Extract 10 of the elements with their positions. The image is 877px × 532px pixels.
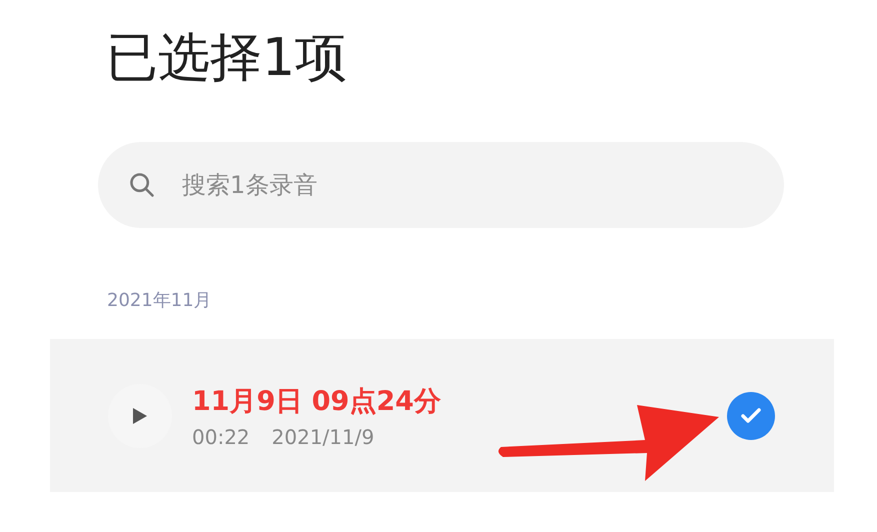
section-label: 2021年11月	[107, 289, 213, 313]
search-field[interactable]: 搜索1条录音	[98, 142, 784, 228]
recording-duration: 00:22	[192, 424, 250, 448]
check-icon	[740, 406, 762, 424]
page-title: 已选择1项	[105, 27, 348, 90]
recording-title: 11月9日 09点24分	[192, 384, 442, 418]
play-icon	[133, 408, 147, 424]
recording-date: 2021/11/9	[272, 424, 374, 448]
selection-checkbox[interactable]	[727, 392, 775, 440]
recording-row[interactable]: 11月9日 09点24分 00:22 2021/11/9	[50, 339, 834, 492]
